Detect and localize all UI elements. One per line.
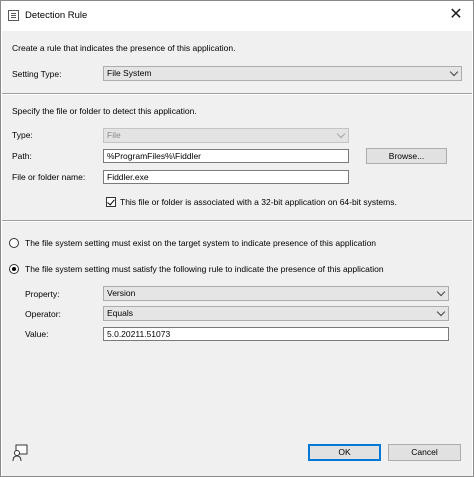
section-divider	[2, 220, 472, 222]
dialog-body: Create a rule that indicates the presenc…	[2, 31, 472, 476]
path-input[interactable]: %ProgramFiles%\Fiddler	[103, 149, 349, 163]
setting-type-label: Setting Type:	[12, 69, 62, 79]
type-dropdown[interactable]: File	[103, 128, 349, 143]
chevron-down-icon	[436, 307, 446, 317]
type-label: Type:	[12, 130, 33, 140]
operator-dropdown[interactable]: Equals	[103, 306, 449, 321]
cancel-button[interactable]: Cancel	[388, 444, 461, 461]
section-divider	[2, 93, 472, 95]
path-label: Path:	[12, 151, 32, 161]
browse-button[interactable]: Browse...	[366, 148, 447, 164]
property-label: Property:	[25, 289, 60, 299]
chevron-down-icon	[449, 67, 459, 77]
bitness-checkbox[interactable]	[106, 197, 116, 207]
operator-label: Operator:	[25, 309, 61, 319]
file-section-description: Specify the file or folder to detect thi…	[12, 106, 197, 116]
close-button[interactable]: ✕	[445, 5, 467, 25]
file-name-input[interactable]: Fiddler.exe	[103, 170, 349, 184]
bitness-checkbox-label: This file or folder is associated with a…	[120, 197, 397, 207]
property-dropdown[interactable]: Version	[103, 286, 449, 301]
ok-button[interactable]: OK	[308, 444, 381, 461]
chevron-down-icon	[436, 287, 446, 297]
setting-type-value: File System	[107, 68, 152, 78]
exist-radio-label: The file system setting must exist on th…	[25, 238, 377, 248]
value-label: Value:	[25, 329, 49, 339]
satisfy-radio[interactable]	[9, 264, 19, 274]
dialog-title: Detection Rule	[25, 10, 88, 21]
value-input[interactable]: 5.0.20211.51073	[103, 327, 449, 341]
chevron-down-icon	[336, 129, 346, 139]
title-bar: Detection Rule ✕	[1, 1, 473, 31]
operator-value: Equals	[107, 308, 133, 318]
detection-rule-dialog: Detection Rule ✕ Create a rule that indi…	[0, 0, 474, 477]
file-name-label: File or folder name:	[12, 172, 86, 182]
intro-description: Create a rule that indicates the presenc…	[12, 43, 236, 53]
help-person-icon[interactable]	[11, 444, 29, 462]
exist-radio[interactable]	[9, 238, 19, 248]
satisfy-radio-label: The file system setting must satisfy the…	[25, 264, 384, 274]
property-value: Version	[107, 288, 136, 298]
setting-type-dropdown[interactable]: File System	[103, 66, 462, 81]
type-value: File	[107, 130, 121, 140]
dialog-window-icon	[8, 10, 19, 21]
